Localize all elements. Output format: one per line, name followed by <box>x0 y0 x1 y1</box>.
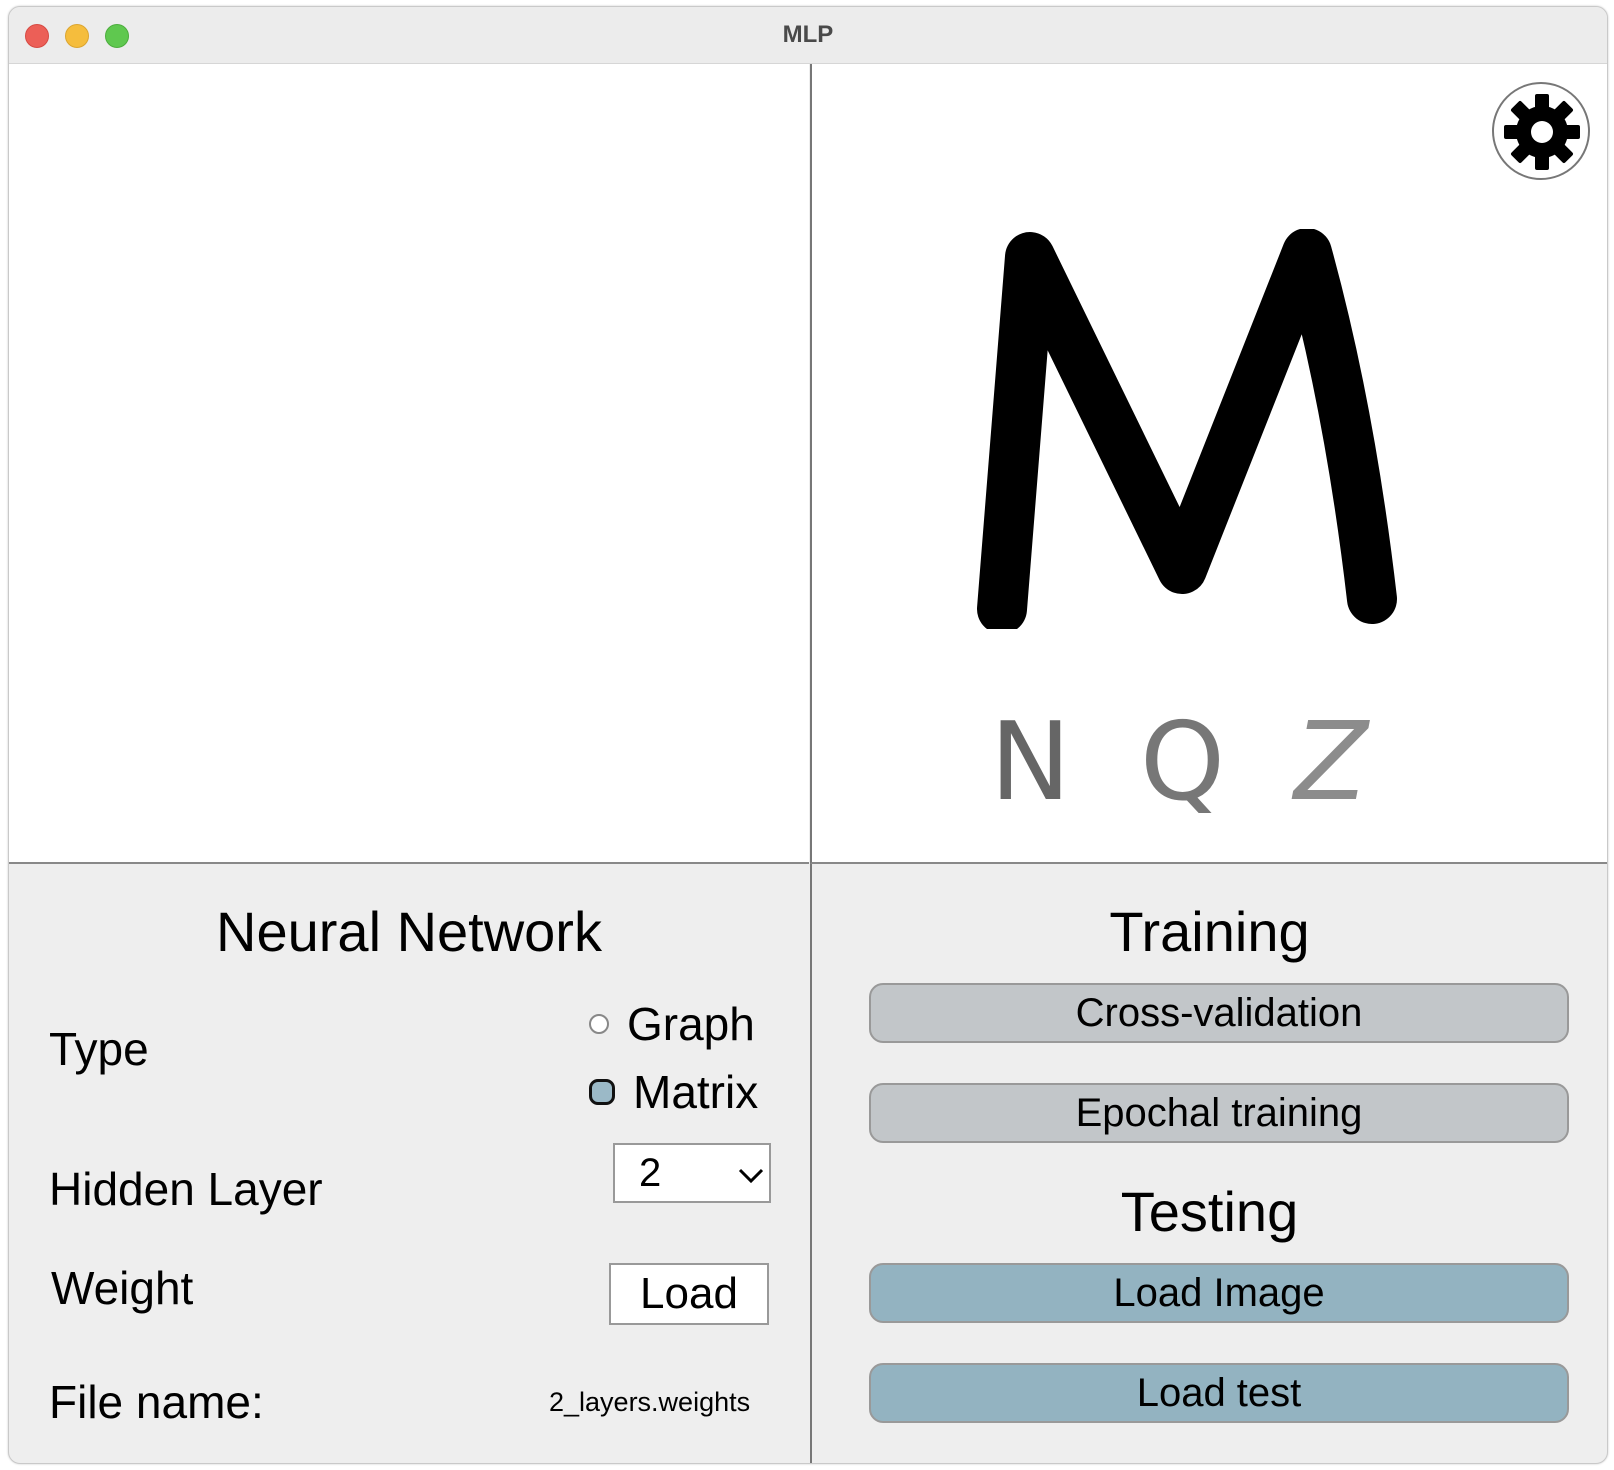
load-weights-button[interactable]: Load <box>609 1263 769 1325</box>
training-heading: Training <box>1109 900 1310 963</box>
candidate-letter: Z <box>1294 700 1368 825</box>
file-name-label: File name: <box>49 1376 264 1428</box>
radio-matrix-label: Matrix <box>633 1066 759 1118</box>
settings-button[interactable] <box>1492 82 1590 180</box>
testing-heading: Testing <box>1120 1180 1299 1243</box>
neural-network-heading: Neural Network <box>216 900 602 963</box>
file-name-value: 2_layers.weights <box>549 1387 751 1417</box>
title-bar: MLP <box>9 7 1607 64</box>
load-image-button[interactable]: Load Image <box>869 1263 1569 1323</box>
radio-matrix[interactable]: Matrix <box>589 1065 758 1119</box>
chevron-down-icon <box>738 1168 764 1184</box>
radio-graph-indicator[interactable] <box>589 1014 609 1034</box>
recognized-letter: M <box>977 229 1397 629</box>
gear-icon <box>1504 94 1580 170</box>
type-label: Type <box>49 1023 149 1075</box>
result-panel: M N Q Z <box>810 64 1607 864</box>
hidden-layer-value: 2 <box>639 1151 662 1195</box>
radio-graph-label: Graph <box>627 998 755 1050</box>
cross-validation-button[interactable]: Cross-validation <box>869 983 1569 1043</box>
radio-graph[interactable]: Graph <box>589 997 755 1051</box>
radio-matrix-indicator[interactable] <box>589 1079 615 1105</box>
weight-label: Weight <box>51 1262 194 1314</box>
drawing-canvas[interactable] <box>9 64 809 864</box>
hidden-layer-select[interactable]: 2 <box>613 1143 771 1203</box>
candidate-letter: N <box>990 700 1071 825</box>
hidden-layer-label: Hidden Layer <box>49 1163 323 1215</box>
epochal-training-button[interactable]: Epochal training <box>869 1083 1569 1143</box>
app-window: MLP M N <box>8 6 1608 1464</box>
load-test-button[interactable]: Load test <box>869 1363 1569 1423</box>
candidate-letter: Q <box>1140 700 1226 825</box>
window-title: MLP <box>782 21 834 48</box>
